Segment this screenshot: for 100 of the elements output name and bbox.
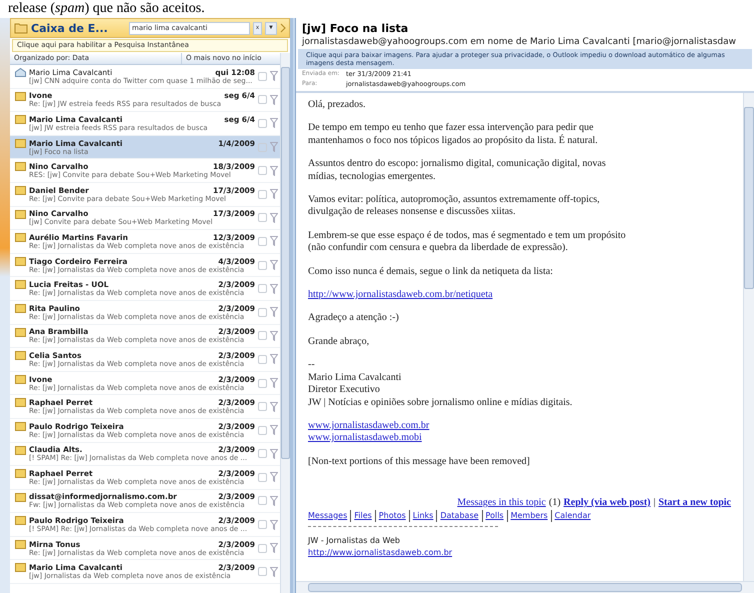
envelope-icon: [15, 469, 26, 478]
category-icon[interactable]: [258, 190, 267, 199]
envelope-icon: [15, 398, 26, 408]
flag-icon[interactable]: [270, 354, 278, 364]
nav-link[interactable]: Members: [506, 510, 548, 522]
nav-link[interactable]: Photos: [374, 510, 406, 522]
flag-icon[interactable]: [270, 118, 278, 128]
link[interactable]: www.jornalistasdaweb.mobi: [308, 432, 422, 445]
envelope-icon: [15, 516, 26, 526]
category-icon[interactable]: [258, 496, 267, 506]
envelope-icon: [15, 186, 26, 195]
flag-icon[interactable]: [270, 212, 278, 223]
category-icon[interactable]: [258, 213, 267, 222]
flag-icon[interactable]: [270, 402, 278, 412]
category-icon[interactable]: [258, 472, 267, 482]
category-icon[interactable]: [258, 449, 267, 458]
envelope-icon: [15, 138, 26, 148]
flag-icon[interactable]: [270, 71, 278, 82]
envelope-icon: [15, 351, 26, 360]
link[interactable]: Reply (via web post): [564, 497, 650, 510]
flag-icon[interactable]: [270, 520, 278, 530]
nav-link[interactable]: Messages: [308, 510, 348, 522]
flag-icon[interactable]: [270, 166, 278, 176]
envelope-icon: [15, 280, 26, 290]
nav-link[interactable]: Polls: [482, 510, 504, 522]
envelope-icon: [15, 304, 26, 313]
flag-icon[interactable]: [270, 260, 278, 270]
flag-icon[interactable]: [270, 472, 278, 482]
link[interactable]: http://www.jornalistasdaweb.com.br/netiqueta: [308, 289, 493, 302]
topic-count: |: [653, 497, 656, 510]
envelope-icon: [15, 492, 26, 502]
envelope-icon: [15, 446, 26, 454]
flag-icon[interactable]: [270, 448, 278, 459]
envelope-icon: [15, 563, 26, 572]
category-icon[interactable]: [258, 426, 267, 435]
category-icon[interactable]: [258, 308, 267, 317]
category-icon[interactable]: [258, 520, 267, 530]
link[interactable]: Start a new topic: [658, 497, 731, 510]
expand-icon[interactable]: [280, 23, 286, 33]
link[interactable]: http://www.jornalistasdaweb.com.br: [308, 547, 452, 560]
caption-text: release (spam) que não são aceitos.: [7, 0, 205, 17]
paragraph: Assuntos dentro do escopo: jornalismo digital, comunicação digital, novas mídias, tecnologias emergentes.: [308, 158, 606, 184]
link[interactable]: Messages in this topic: [457, 497, 546, 510]
flag-icon[interactable]: [270, 284, 278, 294]
envelope-icon: [15, 210, 26, 219]
category-icon[interactable]: [258, 354, 267, 364]
category-icon[interactable]: [258, 236, 267, 246]
nav-link[interactable]: Links: [408, 510, 434, 522]
horizontal-scrollbar[interactable]: [296, 581, 754, 593]
flag-icon[interactable]: [270, 566, 278, 577]
open-envelope-icon: [15, 68, 26, 77]
category-icon[interactable]: [258, 72, 267, 81]
scrollbar[interactable]: [743, 93, 754, 581]
envelope-icon: [15, 256, 26, 266]
category-icon[interactable]: [258, 567, 267, 576]
folder-icon: [14, 22, 28, 34]
category-icon[interactable]: [258, 118, 267, 128]
paragraph: De tempo em tempo eu tenho que fazer essa intervenção para pedir que mantenhamos o foco nos tópicos ligados ao propósito da lista. É natural.: [308, 122, 598, 148]
category-icon[interactable]: [258, 284, 267, 294]
envelope-icon: [15, 540, 26, 549]
flag-icon[interactable]: [270, 330, 278, 341]
flag-icon[interactable]: [270, 496, 278, 506]
category-icon[interactable]: [258, 95, 267, 104]
message-title: [jw] Foco na lista: [301, 21, 410, 37]
flag-icon[interactable]: [270, 307, 278, 318]
folder-title: Caixa de E...: [31, 22, 109, 34]
nav-link[interactable]: Calendar: [550, 510, 591, 522]
envelope-icon: [15, 233, 26, 242]
link[interactable]: www.jornalistasdaweb.com.br: [308, 420, 430, 432]
envelope-icon: [15, 328, 26, 337]
topic-count: (1): [548, 497, 561, 510]
flag-icon[interactable]: [270, 189, 278, 200]
sender-line: jornalistasdaweb@yahoogroups.com em nome de Mario Lima Cavalcanti [mario@jornalistasdaw: [300, 37, 737, 49]
flag-icon[interactable]: [270, 94, 278, 105]
flag-icon[interactable]: [270, 543, 278, 554]
nav-link[interactable]: Files: [350, 510, 372, 522]
category-icon[interactable]: [258, 331, 267, 340]
paragraph: Grande abraço,: [308, 336, 370, 348]
category-icon[interactable]: [258, 378, 267, 388]
nav-link[interactable]: Database: [436, 510, 479, 522]
category-icon[interactable]: [258, 402, 267, 412]
scrollbar[interactable]: [280, 53, 290, 593]
paragraph: -- Mario Lima Cavalcanti Diretor Executivo JW | Notícias e opiniões sobre jornalismo online e mídias digitais.: [308, 359, 572, 409]
paragraph: [Non-text portions of this message have been removed]: [308, 456, 530, 468]
paragraph: Agradeço a atenção :-): [308, 312, 399, 325]
envelope-icon: [15, 422, 26, 431]
envelope-icon: [15, 92, 26, 101]
envelope-icon: [15, 374, 26, 384]
flag-icon[interactable]: [270, 236, 278, 246]
flag-icon[interactable]: [270, 378, 278, 388]
paragraph: Como isso nunca é demais, segue o link da netiqueta da lista:: [308, 266, 553, 278]
envelope-icon: [15, 115, 26, 124]
paragraph: Olá, prezados.: [308, 99, 366, 112]
category-icon[interactable]: [258, 260, 267, 270]
category-icon[interactable]: [258, 544, 267, 553]
flag-icon[interactable]: [270, 425, 278, 436]
category-icon[interactable]: [258, 166, 267, 176]
flag-icon[interactable]: [270, 142, 278, 152]
paragraph: Lembrem-se que esse espaço é de todos, mas é segmentado e tem um propósito (não confundir com censura e quebra da liberdade de expressão).: [308, 230, 626, 255]
group-name: JW - Jornalistas da Web: [308, 534, 400, 547]
